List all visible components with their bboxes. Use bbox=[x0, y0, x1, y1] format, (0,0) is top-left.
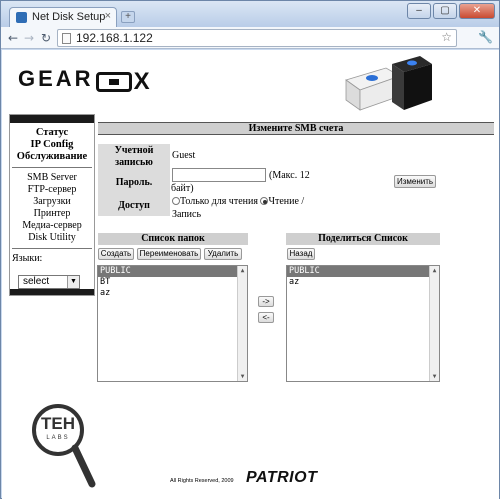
folder-list-header: Список папок bbox=[98, 233, 248, 245]
back-button[interactable]: Назад bbox=[287, 248, 315, 260]
sidebar-item-downloads[interactable]: Загрузки bbox=[10, 196, 94, 208]
watermark-top-text: TEH bbox=[41, 414, 75, 433]
folder-list-item[interactable]: PUBLIC bbox=[98, 266, 247, 277]
close-window-button[interactable]: ✕ bbox=[459, 3, 495, 19]
dropdown-arrow-icon[interactable]: ▼ bbox=[67, 276, 79, 288]
access-options: Только для чтения Чтение / Запись bbox=[172, 195, 332, 221]
new-tab-button[interactable]: + bbox=[121, 11, 135, 23]
scroll-down-icon[interactable]: ▼ bbox=[238, 372, 247, 381]
remove-share-button[interactable]: <- bbox=[258, 312, 274, 323]
address-bar[interactable]: 192.168.1.122 ☆ bbox=[57, 29, 457, 47]
sidebar-item-printer[interactable]: Принтер bbox=[10, 208, 94, 220]
change-button[interactable]: Изменить bbox=[394, 175, 436, 188]
page-content: GEAR X Статус IP Config Обслуживание SMB … bbox=[2, 50, 499, 499]
share-list-item[interactable]: az bbox=[287, 277, 439, 288]
folder-scrollbar[interactable]: ▲ ▼ bbox=[237, 266, 247, 381]
read-only-label: Только для чтения bbox=[180, 196, 258, 207]
folder-list-item[interactable]: BT bbox=[98, 277, 247, 288]
logo-gear-text: GEAR bbox=[18, 66, 94, 91]
sidebar-item-ip-config[interactable]: IP Config bbox=[10, 139, 94, 151]
minimize-button[interactable]: – bbox=[407, 3, 431, 19]
scroll-up-icon[interactable]: ▲ bbox=[238, 266, 247, 275]
sidebar-item-disk-utility[interactable]: Disk Utility bbox=[10, 232, 94, 244]
wrench-icon[interactable]: 🔧 bbox=[478, 30, 493, 44]
language-select[interactable]: select ▼ bbox=[18, 275, 80, 289]
account-label: Учетной записью bbox=[98, 144, 170, 169]
language-label: Языки: bbox=[12, 253, 43, 264]
title-bar: Net Disk Setup × + – ▢ ✕ bbox=[1, 1, 499, 27]
sidebar-item-ftp-server[interactable]: FTP-сервер bbox=[10, 184, 94, 196]
browser-tab[interactable]: Net Disk Setup × bbox=[9, 7, 117, 27]
password-hint: (Макс. 12 байт) bbox=[171, 170, 310, 194]
watermark-bottom-text: LABS bbox=[46, 435, 70, 441]
url-text: 192.168.1.122 bbox=[76, 31, 153, 45]
smb-section-header: Измените SMB счета bbox=[98, 122, 494, 135]
delete-folder-button[interactable]: Удалить bbox=[204, 248, 242, 260]
rename-folder-button[interactable]: Переименовать bbox=[137, 248, 201, 260]
tab-title: Net Disk Setup bbox=[32, 11, 106, 23]
account-value: Guest bbox=[172, 150, 196, 161]
browser-window: Net Disk Setup × + – ▢ ✕ ← → ↻ 192.168.1… bbox=[0, 0, 500, 499]
logo-x-text: X bbox=[133, 68, 153, 96]
radio-read-only[interactable] bbox=[172, 197, 180, 205]
forward-arrow-icon[interactable]: → bbox=[21, 30, 37, 46]
share-scrollbar[interactable]: ▲ ▼ bbox=[429, 266, 439, 381]
browser-toolbar: ← → ↻ 192.168.1.122 ☆ 🔧 bbox=[1, 27, 499, 49]
tab-close-icon[interactable]: × bbox=[105, 10, 111, 22]
share-list-item[interactable]: PUBLIC bbox=[287, 266, 439, 277]
device-image bbox=[345, 56, 432, 111]
share-list-header: Поделиться Список bbox=[286, 233, 440, 245]
password-label: Пароль. bbox=[98, 169, 170, 196]
techlabs-watermark: TEH LABS bbox=[28, 402, 98, 490]
create-folder-button[interactable]: Создать bbox=[98, 248, 134, 260]
scroll-down-icon[interactable]: ▼ bbox=[430, 372, 439, 381]
page-icon bbox=[62, 33, 71, 44]
sidebar-item-media-server[interactable]: Медиа-сервер bbox=[10, 220, 94, 232]
sidebar-item-smb-server[interactable]: SMB Server bbox=[10, 172, 94, 184]
scroll-up-icon[interactable]: ▲ bbox=[430, 266, 439, 275]
logo-box-glyph bbox=[95, 72, 132, 93]
copyright-text: All Rights Reserved, 2009 bbox=[170, 478, 234, 484]
sidebar-menu: Статус IP Config Обслуживание SMB Server… bbox=[9, 114, 95, 296]
patriot-logo: PATRIOT bbox=[246, 469, 318, 486]
sidebar-item-status[interactable]: Статус bbox=[10, 127, 94, 139]
back-arrow-icon[interactable]: ← bbox=[5, 30, 21, 46]
add-share-button[interactable]: -> bbox=[258, 296, 274, 307]
folder-list-item[interactable]: az bbox=[98, 288, 247, 299]
gearbox-logo: GEAR X bbox=[18, 66, 188, 95]
folder-listbox[interactable]: PUBLIC BT az ▲ ▼ bbox=[97, 265, 248, 382]
bookmark-star-icon[interactable]: ☆ bbox=[441, 30, 452, 44]
maximize-button[interactable]: ▢ bbox=[433, 3, 457, 19]
sidebar-item-maintenance[interactable]: Обслуживание bbox=[10, 151, 94, 163]
access-label: Доступ bbox=[98, 196, 170, 216]
favicon-icon bbox=[16, 12, 27, 23]
reload-icon[interactable]: ↻ bbox=[38, 30, 54, 46]
language-select-value: select bbox=[23, 276, 50, 287]
share-listbox[interactable]: PUBLIC az ▲ ▼ bbox=[286, 265, 440, 382]
